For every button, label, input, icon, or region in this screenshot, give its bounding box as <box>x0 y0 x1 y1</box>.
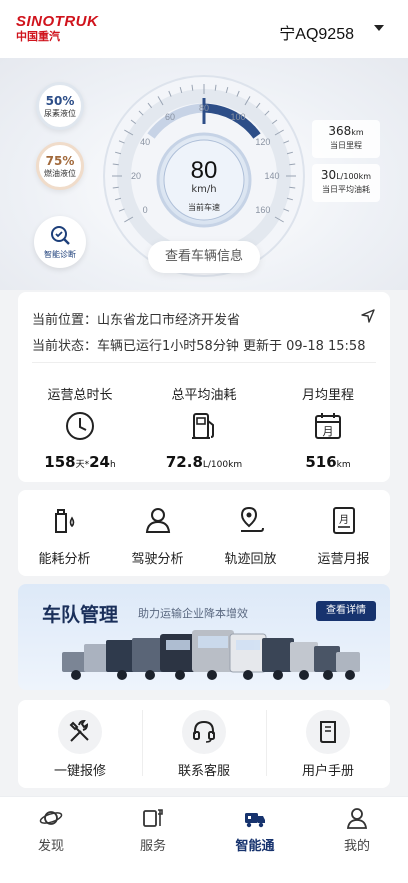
oil-bottle-icon <box>54 509 74 533</box>
speed-unit: km/h <box>191 184 217 195</box>
logo-cn: 中国重汽 <box>16 30 60 43</box>
location-card: 当前位置：山东省龙口市经济开发省 当前状态：车辆已运行1小时58分钟 更新于 0… <box>18 292 390 482</box>
speed-label: 当前车速 <box>188 203 220 212</box>
gauge-tick-label: 100 <box>230 112 245 122</box>
svg-text:月: 月 <box>323 425 334 438</box>
tab-mine[interactable]: 我的 <box>306 807 408 854</box>
driver-icon <box>145 508 170 533</box>
tab-label: 我的 <box>343 839 370 854</box>
banner-title: 车队管理 <box>42 604 119 626</box>
headset-icon <box>182 710 226 754</box>
vehicle-plate-selector[interactable]: 宁AQ9258 <box>279 20 354 44</box>
tab-smart-connect[interactable]: 智能通 <box>204 807 306 854</box>
kpi-title: 月均里程 <box>301 388 354 403</box>
gauge-tick-label: 160 <box>255 205 270 215</box>
contact-support-button[interactable]: 联系客服 <box>142 710 266 779</box>
function-label: 能耗分析 <box>38 552 91 567</box>
service-label: 联系客服 <box>177 764 230 779</box>
track-playback-button[interactable]: 轨迹回放 <box>204 504 297 567</box>
driving-analysis-button[interactable]: 驾驶分析 <box>111 504 204 567</box>
current-position-row: 当前位置：山东省龙口市经济开发省 <box>32 313 241 328</box>
kpi-value: 158天*24h <box>44 453 116 471</box>
monthly-report-button[interactable]: 月 运营月报 <box>297 504 390 567</box>
urea-level-gauge: 50% 尿素液位 <box>36 82 84 130</box>
position-value: 山东省龙口市经济开发省 <box>97 313 241 328</box>
view-vehicle-info-button[interactable]: 查看车辆信息 <box>148 241 260 273</box>
track-pin-icon <box>240 506 264 532</box>
navigation-icon[interactable] <box>360 308 376 324</box>
manual-book-icon <box>306 710 350 754</box>
urea-value: 50% <box>45 94 75 108</box>
current-status-row: 当前状态：车辆已运行1小时58分钟 更新于 09-18 15:58 <box>32 339 366 354</box>
smart-diagnosis-button[interactable]: 智能诊断 <box>34 216 86 268</box>
kpi-value: 516km <box>305 453 351 471</box>
kpi-total-runtime: 运营总时长 158天*24h <box>18 384 142 471</box>
tab-label: 智能通 <box>235 839 275 854</box>
kpi-value: 72.8L/100km <box>165 453 243 471</box>
daily-mileage-box: 368km 当日里程 <box>312 120 380 158</box>
fuel-pump-icon <box>142 409 266 447</box>
function-label: 运营月报 <box>317 552 370 567</box>
fuel-label: 燃油液位 <box>44 169 76 178</box>
tab-service[interactable]: 服务 <box>102 807 204 854</box>
service-icon <box>143 809 163 827</box>
user-icon <box>346 808 368 829</box>
function-label: 驾驶分析 <box>131 552 184 567</box>
one-click-repair-button[interactable]: 一键报修 <box>18 710 142 779</box>
function-label: 轨迹回放 <box>224 552 277 567</box>
svg-text:月: 月 <box>339 514 349 526</box>
truck-fleet-illustration <box>62 630 360 680</box>
gauge-tick-label: 0 <box>143 205 148 215</box>
bottom-tab-bar: 发现 服务 智能通 我的 <box>0 796 408 883</box>
planet-icon <box>39 811 63 825</box>
vehicle-dashboard: 0 20 40 60 80 100 120 140 160 50% 尿素液位 75% 燃油液位 … <box>0 58 408 290</box>
logo-en: SINOTRUK <box>16 13 99 30</box>
service-card: 一键报修 联系客服 用户手册 <box>18 700 390 788</box>
gauge-tick-label: 120 <box>255 137 270 147</box>
gauge-tick-label: 80 <box>199 103 209 113</box>
kpi-title: 总平均油耗 <box>171 388 237 403</box>
daily-fuel-box: 30L/100km 当日平均油耗 <box>312 164 380 202</box>
function-card: 能耗分析 驾驶分析 轨迹回放 月 运营月报 <box>18 490 390 576</box>
service-label: 用户手册 <box>301 764 354 779</box>
kpi-title: 运营总时长 <box>47 388 113 403</box>
speed-value: 80 <box>190 157 218 184</box>
user-manual-button[interactable]: 用户手册 <box>266 710 390 779</box>
kpi-avg-fuel: 总平均油耗 72.8L/100km <box>142 384 266 471</box>
clock-icon <box>18 409 142 447</box>
status-value: 车辆已运行1小时58分钟 更新于 09-18 15:58 <box>97 339 366 354</box>
energy-analysis-button[interactable]: 能耗分析 <box>18 504 111 567</box>
urea-label: 尿素液位 <box>44 109 76 118</box>
calendar-icon: 月 <box>266 409 390 447</box>
diagnosis-label: 智能诊断 <box>44 250 76 259</box>
tab-label: 服务 <box>139 839 166 854</box>
tab-discover[interactable]: 发现 <box>0 807 102 854</box>
daily-fuel-label: 当日平均油耗 <box>322 185 370 194</box>
kpi-monthly-mileage: 月均里程 月 516km <box>266 384 390 471</box>
repair-tools-icon <box>58 710 102 754</box>
app-header: SINOTRUK 中国重汽 宁AQ9258 <box>0 0 408 58</box>
truck-connect-icon <box>245 813 265 828</box>
diagnosis-icon <box>51 226 70 245</box>
gauge-tick-label: 20 <box>131 171 141 181</box>
daily-mileage-value: 368km <box>328 124 364 138</box>
chevron-down-icon[interactable] <box>374 25 384 31</box>
fleet-management-banner[interactable]: 车队管理 助力运输企业降本增效 查看详情 <box>18 584 390 690</box>
gauge-tick-label: 60 <box>165 112 175 122</box>
service-label: 一键报修 <box>53 764 106 779</box>
divider <box>32 362 376 363</box>
fuel-level-gauge: 75% 燃油液位 <box>36 142 84 190</box>
tab-label: 发现 <box>37 839 64 854</box>
fuel-value: 75% <box>45 154 75 168</box>
gauge-tick-label: 140 <box>264 171 279 181</box>
daily-fuel-value: 30L/100km <box>320 168 372 182</box>
gauge-tick-label: 40 <box>140 137 150 147</box>
daily-mileage-label: 当日里程 <box>330 141 362 150</box>
monthly-report-icon: 月 <box>332 507 355 534</box>
speed-readout: 80 km/h 当前车速 <box>164 158 244 213</box>
sinotruk-logo: SINOTRUK 中国重汽 <box>16 14 106 44</box>
banner-subtitle: 助力运输企业降本增效 <box>138 607 248 620</box>
view-details-button[interactable]: 查看详情 <box>316 601 376 621</box>
